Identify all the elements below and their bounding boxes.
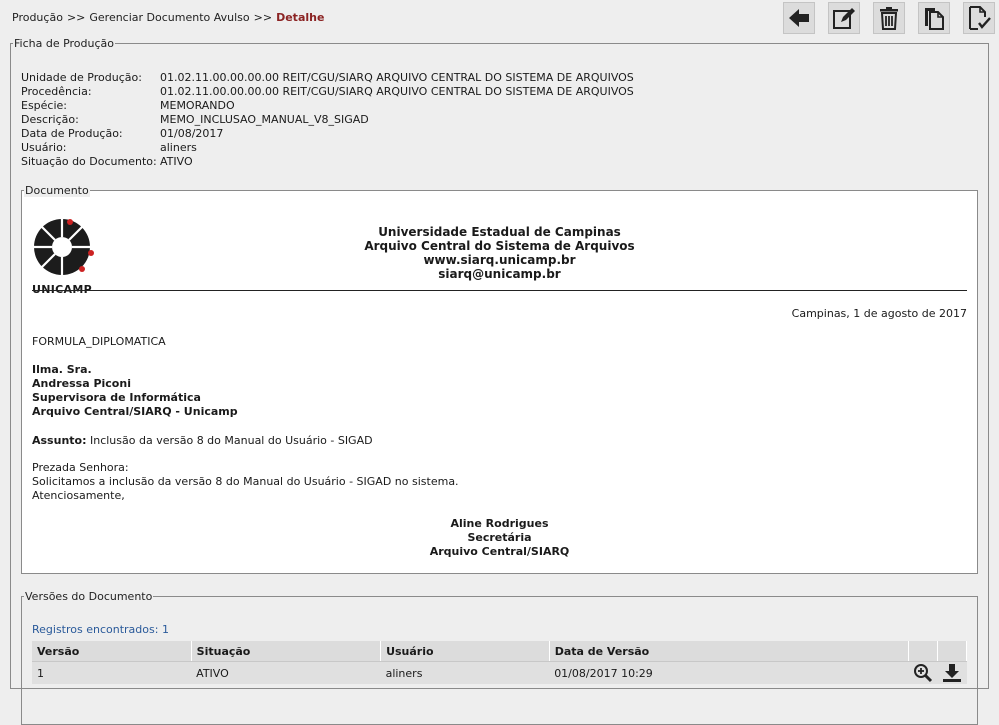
website: www.siarq.unicamp.br (423, 253, 576, 267)
copy-button[interactable] (918, 2, 950, 34)
arrow-left-icon (789, 9, 809, 27)
toolbar (783, 2, 995, 34)
field-data-producao: Data de Produção: 01/08/2017 (21, 127, 634, 141)
back-button[interactable] (783, 2, 815, 34)
edit-button[interactable] (828, 2, 860, 34)
view-version-button[interactable] (908, 661, 938, 684)
column-header-data-versao[interactable]: Data de Versão (549, 641, 910, 662)
breadcrumb-item-gerenciar[interactable]: Gerenciar Documento Avulso (89, 11, 249, 24)
field-descricao: Descrição: MEMO_INCLUSAO_MANUAL_V8_SIGAD (21, 113, 634, 127)
finalize-button[interactable] (963, 2, 995, 34)
field-label: Situação do Documento: (21, 155, 157, 168)
records-count: Registros encontrados: 1 (32, 623, 169, 636)
download-version-button[interactable] (937, 661, 967, 684)
column-header-situacao[interactable]: Situação (191, 641, 382, 662)
body-paragraph: Solicitamos a inclusão da versão 8 do Ma… (32, 475, 459, 488)
field-value: ATIVO (160, 155, 193, 168)
breadcrumb-current: Detalhe (276, 11, 325, 24)
formula-diplomatica: FORMULA_DIPLOMATICA (32, 335, 166, 348)
column-header-action (937, 641, 967, 662)
ficha-fields: Unidade de Produção: 01.02.11.00.00.00.00… (21, 71, 634, 169)
institution-name: Universidade Estadual de Campinas (378, 225, 621, 239)
field-value: 01/08/2017 (160, 127, 224, 140)
column-header-versao[interactable]: Versão (32, 641, 192, 662)
body-closing: Atenciosamente, (32, 489, 125, 502)
signature-block: Aline Rodrigues Secretária Arquivo Centr… (22, 517, 977, 559)
letter-body: Prezada Senhora: Solicitamos a inclusão … (32, 461, 459, 503)
field-value: 01.02.11.00.00.00.00 REIT/CGU/SIARQ ARQU… (160, 85, 634, 98)
field-label: Procedência: (21, 85, 92, 98)
recipient-name: Andressa Piconi (32, 377, 131, 390)
field-usuario: Usuário: aliners (21, 141, 634, 155)
field-label: Unidade de Produção: (21, 71, 142, 84)
zoom-in-icon (914, 664, 933, 683)
cell-data-versao: 01/08/2017 10:29 (549, 661, 909, 684)
letterhead: Universidade Estadual de Campinas Arquiv… (22, 225, 977, 281)
ficha-producao-panel: Ficha de Produção Unidade de Produção: 01… (10, 37, 989, 725)
department-name: Arquivo Central do Sistema de Arquivos (364, 239, 635, 253)
copy-icon (925, 8, 944, 30)
cell-usuario: aliners (380, 661, 550, 684)
field-value: MEMO_INCLUSAO_MANUAL_V8_SIGAD (160, 113, 369, 126)
versoes-legend: Versões do Documento (25, 590, 153, 603)
trash-icon (880, 7, 898, 30)
field-value: 01.02.11.00.00.00.00 REIT/CGU/SIARQ ARQU… (160, 71, 634, 84)
field-label: Data de Produção: (21, 127, 123, 140)
breadcrumb-separator: >> (66, 11, 86, 24)
field-unidade-producao: Unidade de Produção: 01.02.11.00.00.00.00… (21, 71, 634, 85)
field-procedencia: Procedência: 01.02.11.00.00.00.00 REIT/CG… (21, 85, 634, 99)
breadcrumb: Produção >> Gerenciar Documento Avulso >> De… (12, 11, 324, 24)
recipient-role: Supervisora de Informática (32, 391, 201, 404)
field-label: Espécie: (21, 99, 68, 112)
recipient-org: Arquivo Central/SIARQ - Unicamp (32, 405, 238, 418)
field-value: aliners (160, 141, 197, 154)
document-check-icon (969, 6, 991, 30)
ficha-legend: Ficha de Produção (14, 37, 115, 50)
field-label: Usuário: (21, 141, 67, 154)
recipient-block: Ilma. Sra. Andressa Piconi Supervisora d… (32, 363, 238, 419)
field-situacao: Situação do Documento: ATIVO (21, 155, 634, 169)
breadcrumb-item-producao[interactable]: Produção (12, 11, 63, 24)
signer-name: Aline Rodrigues (450, 517, 549, 530)
delete-button[interactable] (873, 2, 905, 34)
cell-situacao: ATIVO (191, 661, 381, 684)
signer-role: Secretária (467, 531, 532, 544)
body-greeting: Prezada Senhora: (32, 461, 129, 474)
subject-line: Assunto: Inclusão da versão 8 do Manual … (32, 434, 373, 447)
field-especie: Espécie: MEMORANDO (21, 99, 634, 113)
signer-org: Arquivo Central/SIARQ (429, 545, 570, 558)
recipient-salutation: Ilma. Sra. (32, 363, 92, 376)
email: siarq@unicamp.br (438, 267, 561, 281)
versions-table: Versão Situação Usuário Data de Versão 1… (32, 641, 967, 684)
subject-label: Assunto: (32, 434, 87, 447)
date-line: Campinas, 1 de agosto de 2017 (791, 307, 967, 320)
table-row: 1 ATIVO aliners 01/08/2017 10:29 (32, 661, 967, 684)
edit-icon (833, 8, 855, 29)
documento-panel: Documento UNICAMP Universidade Estadual … (21, 184, 978, 574)
field-label: Descrição: (21, 113, 79, 126)
column-header-usuario[interactable]: Usuário (380, 641, 550, 662)
cell-versao: 1 (32, 661, 192, 684)
download-icon (943, 664, 962, 682)
letterhead-divider (32, 290, 967, 291)
field-value: MEMORANDO (160, 99, 235, 112)
breadcrumb-separator: >> (253, 11, 273, 24)
subject-text: Inclusão da versão 8 do Manual do Usuári… (86, 434, 373, 447)
table-header-row: Versão Situação Usuário Data de Versão (32, 641, 967, 662)
column-header-action (908, 641, 939, 662)
documento-legend: Documento (24, 184, 90, 197)
